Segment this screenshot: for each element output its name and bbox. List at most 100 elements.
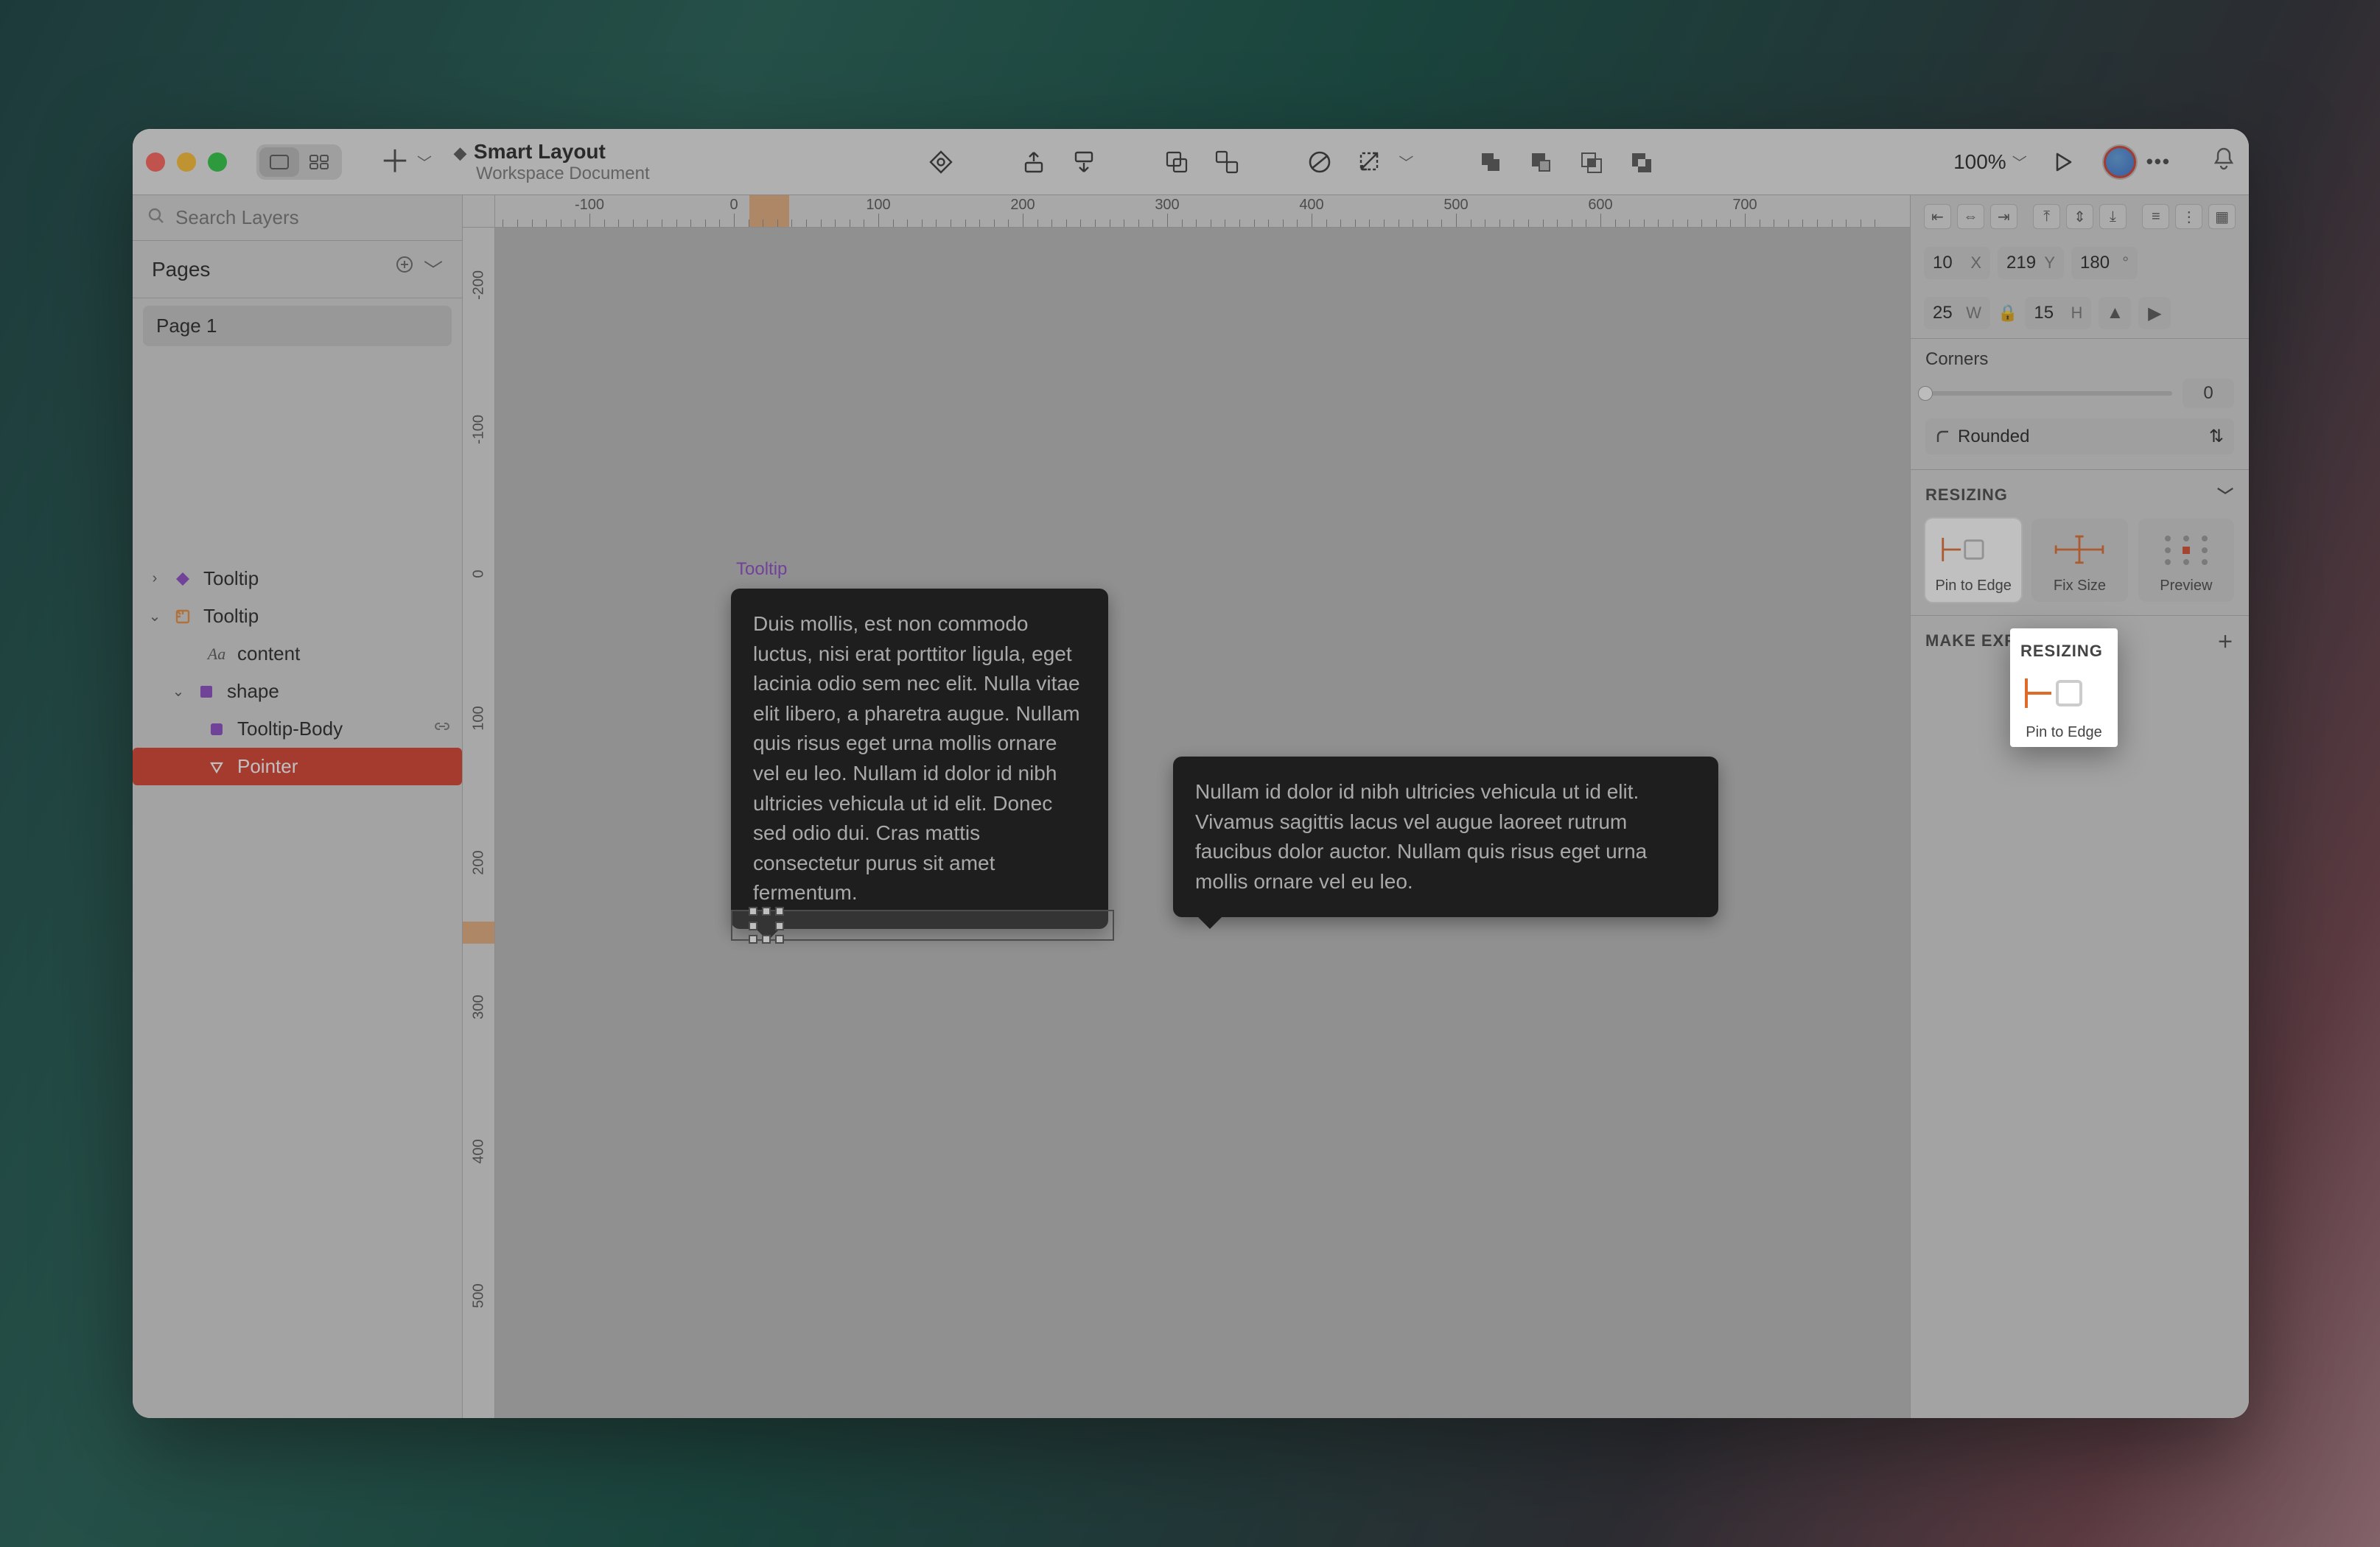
intersect-tool-icon[interactable] — [1575, 147, 1606, 178]
layer-label: Tooltip — [203, 567, 259, 590]
vertical-ruler[interactable]: -200-1000100200300400500 — [463, 228, 495, 1418]
lock-aspect-icon[interactable]: 🔒 — [1998, 304, 2017, 323]
pointer-shape-icon — [206, 757, 227, 777]
layer-row-artboard[interactable]: ⌄ Tooltip — [133, 597, 462, 635]
pages-chevron-icon[interactable]: ﹀ — [424, 256, 443, 283]
mask-tool-icon[interactable] — [1304, 147, 1335, 178]
inspector: ⇤ ⇔ ⇥ ⤒ ⇕ ⤓ ≡ ⋮ ▦ 10X 219Y 180° 25W 🔒 15 — [1910, 195, 2249, 1418]
forward-tool-icon[interactable] — [1018, 147, 1049, 178]
corner-mode-select[interactable]: Rounded ⇅ — [1925, 418, 2234, 455]
scale-chevron-icon[interactable]: ﹀ — [1399, 151, 1413, 172]
layer-row-group[interactable]: ⌄ shape — [133, 673, 462, 710]
layer-row-text[interactable]: Aa content — [133, 635, 462, 673]
corner-radius-slider[interactable]: 0 — [1925, 379, 2234, 408]
zoom-window-button[interactable] — [208, 152, 227, 172]
align-buttons-row: ⇤ ⇔ ⇥ ⤒ ⇕ ⤓ ≡ ⋮ ▦ — [1911, 195, 2249, 238]
flip-v-button[interactable]: ▶ — [2138, 297, 2171, 329]
corner-radius-value[interactable]: 0 — [2183, 379, 2234, 408]
align-top-button[interactable]: ⤒ — [2033, 204, 2060, 229]
insert-button[interactable]: ＋ — [374, 141, 416, 183]
align-hcenter-button[interactable]: ⇔ — [1957, 204, 1984, 229]
align-left-button[interactable]: ⇤ — [1924, 204, 1951, 229]
subtract-tool-icon[interactable] — [1525, 147, 1556, 178]
insert-chevron-icon[interactable]: ﹀ — [417, 151, 432, 172]
pages-header: Pages ﹀ — [133, 241, 462, 298]
shape-group-icon — [196, 681, 217, 702]
tooltip-content: Nullam id dolor id nibh ultricies vehicu… — [1195, 780, 1647, 893]
align-vcenter-button[interactable]: ⇕ — [2066, 204, 2093, 229]
layer-row-selected[interactable]: Pointer — [133, 748, 462, 785]
distribute-v-button[interactable]: ⋮ — [2175, 204, 2202, 229]
notifications-icon[interactable] — [2212, 146, 2236, 178]
ungroup-tool-icon[interactable] — [1211, 147, 1242, 178]
union-tool-icon[interactable] — [1475, 147, 1506, 178]
pin-to-edge-card[interactable]: Pin to Edge — [1925, 519, 2021, 602]
ruler-h-selection — [749, 195, 789, 227]
ruler-origin[interactable] — [463, 195, 495, 228]
y-field[interactable]: 219Y — [1998, 247, 2064, 279]
rotation-field[interactable]: 180° — [2071, 247, 2138, 279]
resizing-highlight-title: RESIZING — [2020, 642, 2107, 661]
close-window-button[interactable] — [146, 152, 165, 172]
artboard-label[interactable]: Tooltip — [736, 559, 787, 580]
difference-tool-icon[interactable] — [1625, 147, 1656, 178]
tooltip-pointer — [1197, 916, 1223, 942]
ruler-v-selection — [463, 922, 494, 944]
distribute-h-button[interactable]: ≡ — [2142, 204, 2169, 229]
minimize-window-button[interactable] — [177, 152, 196, 172]
user-avatar[interactable] — [2104, 146, 2136, 178]
disclosure-icon[interactable]: ⌄ — [171, 682, 186, 701]
backward-tool-icon[interactable] — [1068, 147, 1099, 178]
layer-search-input[interactable] — [174, 206, 447, 230]
page-item[interactable]: Page 1 — [143, 306, 452, 346]
zoom-control[interactable]: 100% ﹀ — [1953, 150, 2027, 174]
height-field[interactable]: 15H — [2025, 297, 2091, 329]
more-menu-button[interactable]: ••• — [2146, 150, 2171, 173]
page-item-label: Page 1 — [156, 315, 217, 337]
horizontal-ruler[interactable]: -200-1000100200300400500600700 — [495, 195, 1910, 228]
chevron-updown-icon: ⇅ — [2209, 426, 2224, 447]
symbol-icon — [172, 569, 193, 589]
align-right-button[interactable]: ⇥ — [1990, 204, 2017, 229]
view-mode-segmented[interactable] — [256, 144, 342, 180]
canvas-view-button[interactable] — [259, 147, 299, 177]
x-field[interactable]: 10X — [1924, 247, 1990, 279]
tidy-button[interactable]: ▦ — [2208, 204, 2236, 229]
document-title: Smart Layout — [474, 140, 606, 163]
canvas[interactable]: Tooltip Duis mollis, est non commodo luc… — [495, 228, 1910, 1418]
canvas-area[interactable]: -200-1000100200300400500600700 -200-1000… — [463, 195, 1910, 1418]
layer-label: Tooltip-Body — [237, 718, 343, 740]
pages-label: Pages — [152, 258, 210, 281]
disclosure-icon[interactable]: ⌄ — [147, 607, 162, 625]
zoom-value: 100% — [1953, 150, 2006, 174]
add-export-button[interactable]: ＋ — [2217, 629, 2234, 653]
fix-size-card[interactable]: Fix Size — [2031, 519, 2127, 602]
flip-h-button[interactable]: ▲ — [2099, 297, 2131, 329]
width-field[interactable]: 25W — [1924, 297, 1990, 329]
layer-label: shape — [227, 680, 279, 703]
play-prototype-button[interactable] — [2048, 147, 2079, 178]
layer-row-symbol[interactable]: › Tooltip — [133, 560, 462, 597]
components-view-button[interactable] — [299, 147, 339, 177]
resizing-title: RESIZING — [1925, 485, 2008, 505]
left-sidebar: Pages ﹀ Page 1 › Tooltip — [133, 195, 463, 1418]
layer-search[interactable] — [133, 195, 462, 241]
disclosure-icon[interactable]: › — [147, 570, 162, 587]
resizing-highlight: RESIZING Pin to Edge — [2010, 628, 2118, 747]
scale-tool-icon[interactable] — [1354, 147, 1385, 178]
symbol-tool-icon[interactable] — [925, 147, 956, 178]
add-page-button[interactable] — [396, 256, 413, 283]
search-icon — [147, 206, 165, 230]
tooltip-instance-2[interactable]: Nullam id dolor id nibh ultricies vehicu… — [1173, 757, 1718, 917]
preview-label: Preview — [2160, 578, 2212, 594]
align-bottom-button[interactable]: ⤓ — [2099, 204, 2127, 229]
text-layer-icon: Aa — [206, 644, 227, 664]
zoom-chevron-icon[interactable]: ﹀ — [2012, 151, 2027, 172]
corners-section: Corners 0 Rounded ⇅ — [1911, 338, 2249, 469]
preview-card[interactable]: Preview — [2138, 519, 2234, 602]
layer-row-mask[interactable]: Tooltip-Body — [133, 710, 462, 748]
section-chevron-icon[interactable]: ﹀ — [2217, 483, 2234, 507]
group-tool-icon[interactable] — [1161, 147, 1192, 178]
fix-size-icon — [2046, 529, 2113, 570]
tooltip-instance-1[interactable]: Duis mollis, est non commodo luctus, nis… — [731, 589, 1108, 929]
